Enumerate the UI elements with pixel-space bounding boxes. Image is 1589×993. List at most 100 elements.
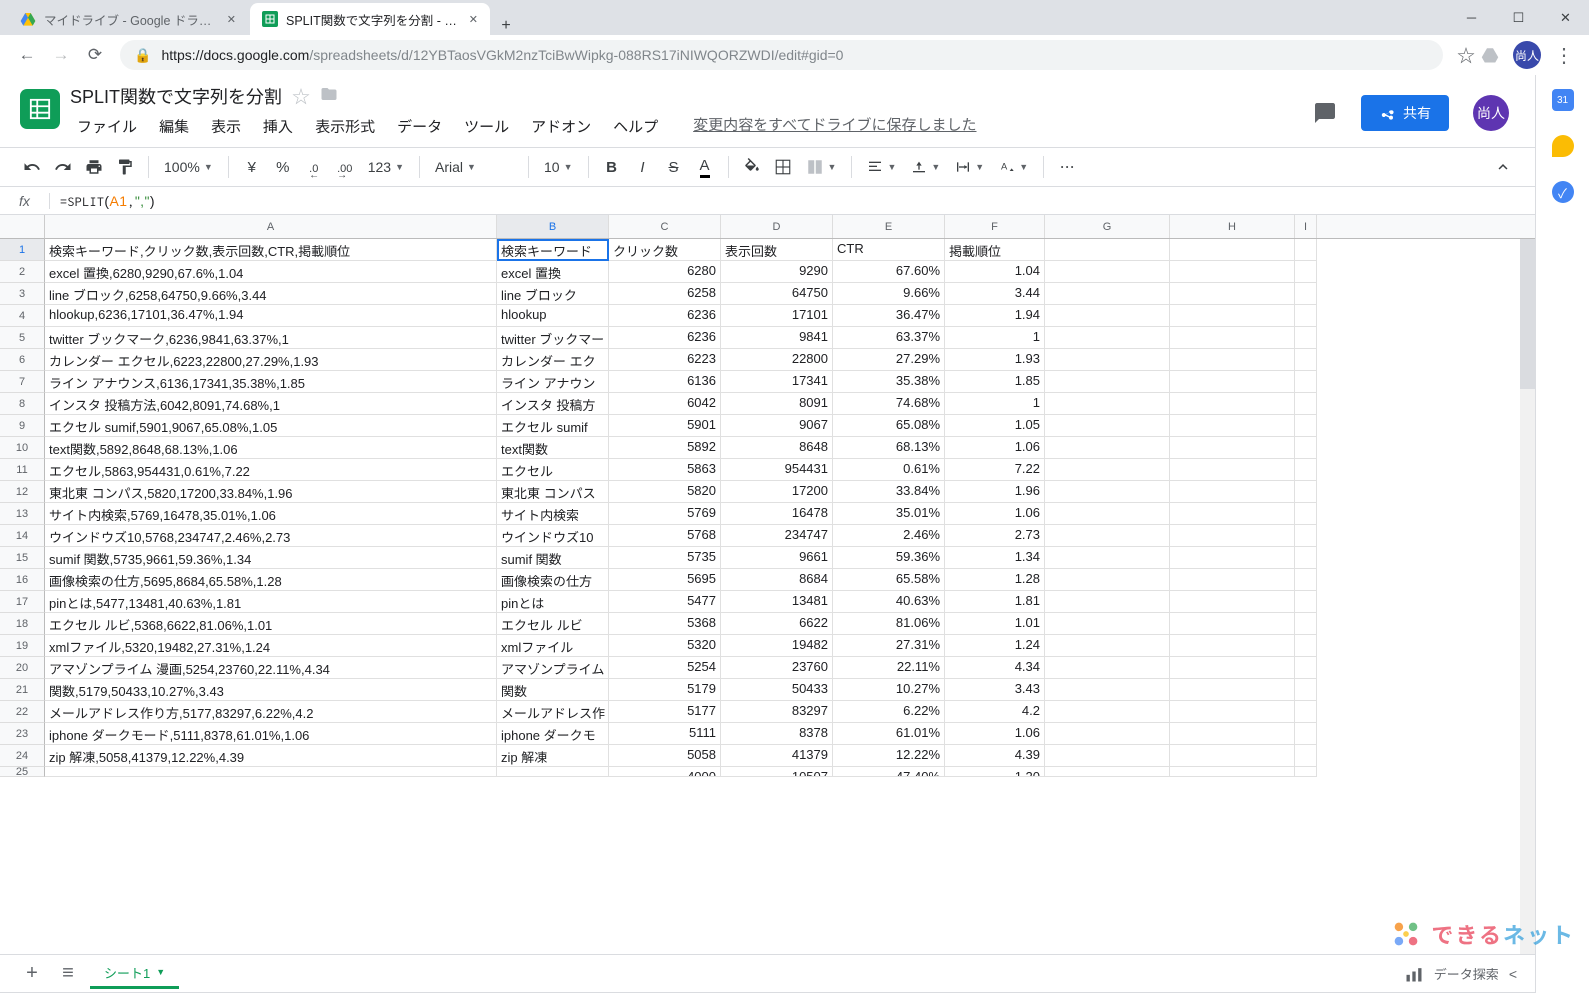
share-button[interactable]: 共有 xyxy=(1361,95,1449,131)
undo-button[interactable] xyxy=(18,153,46,181)
cell[interactable]: エクセル ルビ,5368,6622,81.06%,1.01 xyxy=(45,613,497,635)
cell[interactable] xyxy=(1045,437,1170,459)
cell[interactable] xyxy=(1170,679,1295,701)
cell[interactable]: 4.2 xyxy=(945,701,1045,723)
spreadsheet-grid[interactable]: ABCDEFGHI 1検索キーワード,クリック数,表示回数,CTR,掲載順位検索… xyxy=(0,215,1535,954)
italic-button[interactable]: I xyxy=(629,153,657,181)
rotate-text-button[interactable]: A▼ xyxy=(993,159,1034,175)
menu-編集[interactable]: 編集 xyxy=(152,114,196,139)
bold-button[interactable]: B xyxy=(598,153,626,181)
paint-format-button[interactable] xyxy=(111,153,139,181)
cell[interactable]: 67.60% xyxy=(833,261,945,283)
row-header[interactable]: 8 xyxy=(0,393,45,415)
cell[interactable]: エクセル ルビ xyxy=(497,613,609,635)
sheet-tab-1[interactable]: シート1▼ xyxy=(90,959,179,989)
cell[interactable] xyxy=(1295,701,1317,723)
cell[interactable]: 1.94 xyxy=(945,305,1045,327)
browser-tab-sheets[interactable]: SPLIT関数で文字列を分割 - Googl ✕ xyxy=(250,3,490,35)
cell[interactable]: 50433 xyxy=(721,679,833,701)
cell[interactable]: 36.47% xyxy=(833,305,945,327)
cell[interactable]: 35.01% xyxy=(833,503,945,525)
cell[interactable] xyxy=(1170,635,1295,657)
cell[interactable]: 5477 xyxy=(609,591,721,613)
cell[interactable]: text関数,5892,8648,68.13%,1.06 xyxy=(45,437,497,459)
cell[interactable] xyxy=(1045,547,1170,569)
cell[interactable]: アマゾンプライム xyxy=(497,657,609,679)
cell[interactable]: 1.28 xyxy=(945,569,1045,591)
cell[interactable]: 6042 xyxy=(609,393,721,415)
cell[interactable] xyxy=(1295,745,1317,767)
cell[interactable]: 61.01% xyxy=(833,723,945,745)
menu-挿入[interactable]: 挿入 xyxy=(256,114,300,139)
cell[interactable]: 1.05 xyxy=(945,415,1045,437)
cell[interactable]: 8378 xyxy=(721,723,833,745)
cell[interactable] xyxy=(1045,525,1170,547)
cell[interactable]: メールアドレス作 xyxy=(497,701,609,723)
cell[interactable] xyxy=(1295,349,1317,371)
expand-up-icon[interactable]: < xyxy=(1509,966,1517,982)
cell[interactable]: 0.61% xyxy=(833,459,945,481)
cell[interactable] xyxy=(1045,305,1170,327)
col-header-C[interactable]: C xyxy=(609,215,721,238)
cell[interactable]: インスタ 投稿方法,6042,8091,74.68%,1 xyxy=(45,393,497,415)
cell[interactable] xyxy=(1170,613,1295,635)
row-header[interactable]: 23 xyxy=(0,723,45,745)
cell[interactable]: 5368 xyxy=(609,613,721,635)
cell[interactable]: 33.84% xyxy=(833,481,945,503)
cell[interactable]: 4.34 xyxy=(945,657,1045,679)
cell[interactable] xyxy=(1170,745,1295,767)
select-all-corner[interactable] xyxy=(0,215,45,239)
row-header[interactable]: 1 xyxy=(0,239,45,261)
cell[interactable]: 関数 xyxy=(497,679,609,701)
cell[interactable] xyxy=(497,767,609,777)
cell[interactable]: pinとは,5477,13481,40.63%,1.81 xyxy=(45,591,497,613)
cell[interactable]: 1.93 xyxy=(945,349,1045,371)
tasks-addon-icon[interactable]: ✓ xyxy=(1552,181,1574,203)
cell[interactable] xyxy=(1170,723,1295,745)
cell[interactable] xyxy=(1045,767,1170,777)
cell[interactable] xyxy=(1045,679,1170,701)
cell[interactable] xyxy=(1295,657,1317,679)
cell[interactable]: excel 置換,6280,9290,67.6%,1.04 xyxy=(45,261,497,283)
cell[interactable]: カレンダー エクセル,6223,22800,27.29%,1.93 xyxy=(45,349,497,371)
strikethrough-button[interactable]: S xyxy=(660,153,688,181)
cell[interactable] xyxy=(1295,613,1317,635)
cell[interactable] xyxy=(1295,283,1317,305)
folder-icon[interactable] xyxy=(320,85,338,108)
cell[interactable] xyxy=(1045,261,1170,283)
cell[interactable]: 1.81 xyxy=(945,591,1045,613)
star-icon[interactable]: ☆ xyxy=(292,83,310,109)
cell[interactable] xyxy=(1295,481,1317,503)
cell[interactable]: 1.01 xyxy=(945,613,1045,635)
cell[interactable] xyxy=(1045,591,1170,613)
chrome-menu-button[interactable]: ⋮ xyxy=(1549,43,1579,68)
forward-button[interactable]: → xyxy=(44,41,78,69)
menu-表示形式[interactable]: 表示形式 xyxy=(308,114,382,139)
cell[interactable]: 5111 xyxy=(609,723,721,745)
bookmark-button[interactable]: ☆ xyxy=(1457,42,1475,68)
cell[interactable]: 掲載順位 xyxy=(945,239,1045,261)
cell[interactable]: 1 xyxy=(945,393,1045,415)
cell[interactable]: 6236 xyxy=(609,327,721,349)
cell[interactable]: メールアドレス作り方,5177,83297,6.22%,4.2 xyxy=(45,701,497,723)
cell[interactable] xyxy=(1045,657,1170,679)
chrome-profile-avatar[interactable]: 尚人 xyxy=(1513,41,1541,69)
cell[interactable]: 1.04 xyxy=(945,261,1045,283)
cell[interactable]: 74.68% xyxy=(833,393,945,415)
cell[interactable]: 954431 xyxy=(721,459,833,481)
cell[interactable] xyxy=(1045,503,1170,525)
cell[interactable]: 1.85 xyxy=(945,371,1045,393)
borders-button[interactable] xyxy=(769,153,797,181)
halign-button[interactable]: ▼ xyxy=(861,159,902,175)
cell[interactable] xyxy=(1045,415,1170,437)
cell[interactable] xyxy=(1295,525,1317,547)
cell[interactable]: 検索キーワード,クリック数,表示回数,CTR,掲載順位 xyxy=(45,239,497,261)
row-header[interactable]: 19 xyxy=(0,635,45,657)
comments-button[interactable] xyxy=(1305,93,1345,133)
menu-データ[interactable]: データ xyxy=(390,114,449,139)
row-header[interactable]: 18 xyxy=(0,613,45,635)
cell[interactable] xyxy=(1295,679,1317,701)
cell[interactable] xyxy=(1170,305,1295,327)
address-bar[interactable]: 🔒 https://docs.google.com/spreadsheets/d… xyxy=(120,40,1443,70)
cell[interactable] xyxy=(1170,371,1295,393)
